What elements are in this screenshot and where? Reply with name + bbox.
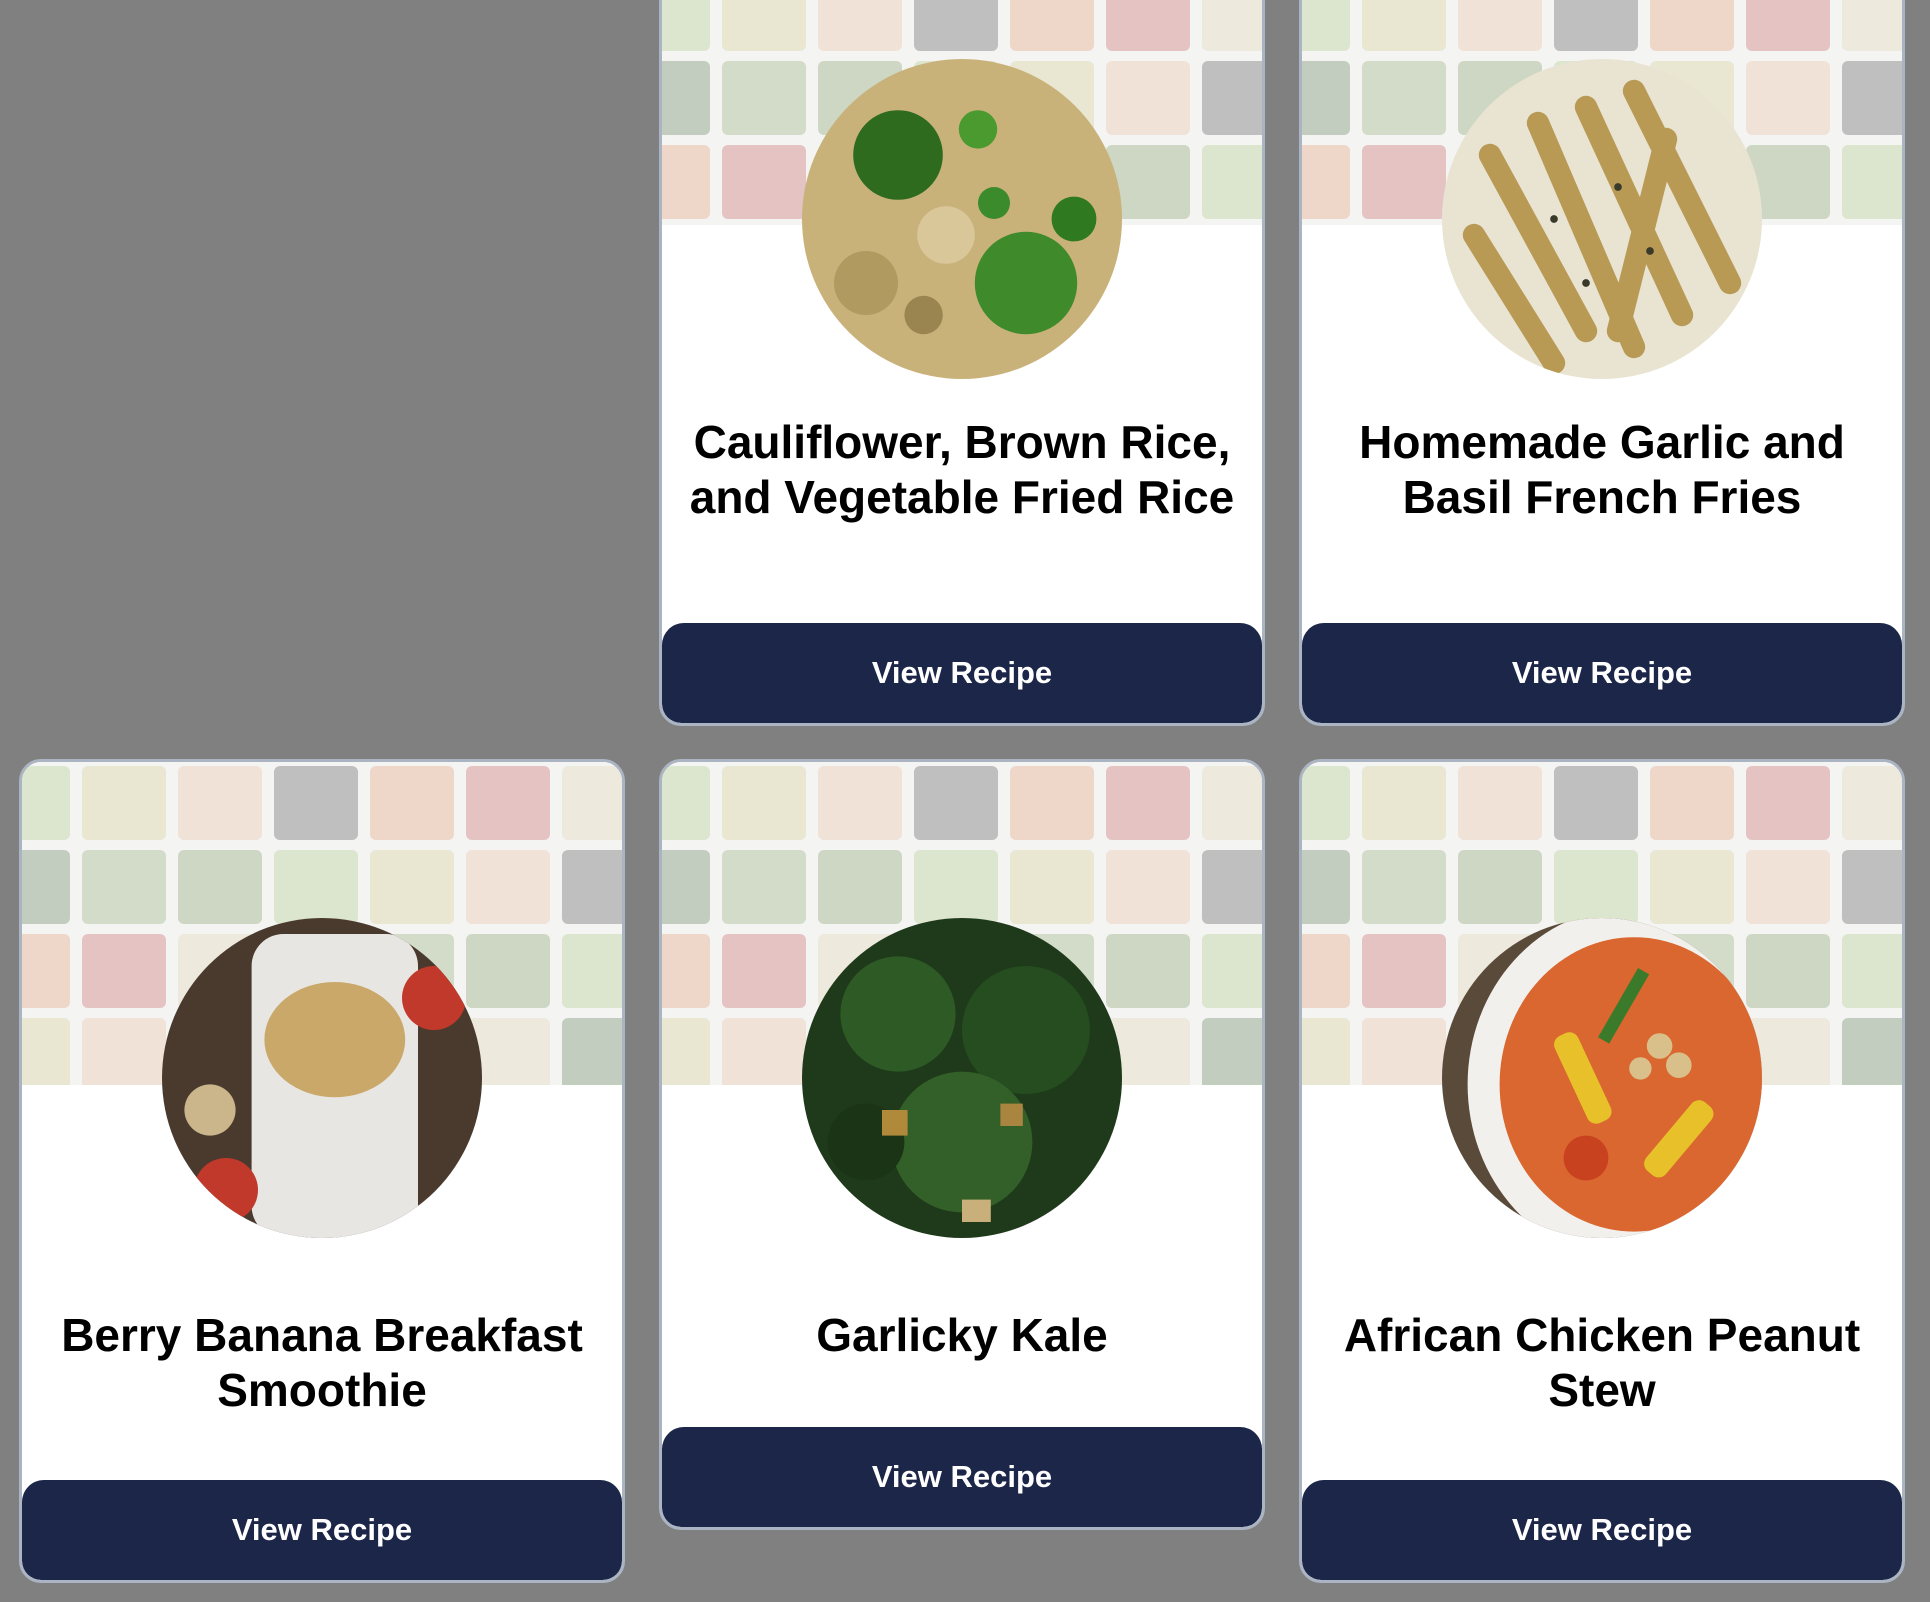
- view-recipe-button[interactable]: View Recipe: [662, 1427, 1262, 1527]
- recipe-title: Cauliflower, Brown Rice, and Vegetable F…: [689, 416, 1235, 523]
- view-recipe-button[interactable]: View Recipe: [1302, 623, 1902, 723]
- recipe-card: Cauliflower, Brown Rice, and Vegetable F…: [659, 0, 1265, 726]
- recipe-card: Garlicky Kale View Recipe: [659, 759, 1265, 1530]
- view-recipe-button[interactable]: View Recipe: [1302, 1480, 1902, 1580]
- kale-photo: [802, 918, 1122, 1238]
- fried-rice-photo: [802, 59, 1122, 379]
- recipe-title: Garlicky Kale: [816, 1309, 1108, 1361]
- recipe-card: Homemade Garlic and Basil French Fries V…: [1299, 0, 1905, 726]
- french-fries-photo: [1442, 59, 1762, 379]
- recipe-card: Berry Banana Breakfast Smoothie View Rec…: [19, 759, 625, 1583]
- view-recipe-button[interactable]: View Recipe: [662, 623, 1262, 723]
- peanut-stew-photo: [1442, 918, 1762, 1238]
- recipe-title: Berry Banana Breakfast Smoothie: [61, 1309, 583, 1416]
- recipe-title: African Chicken Peanut Stew: [1343, 1309, 1861, 1416]
- view-recipe-button[interactable]: View Recipe: [22, 1480, 622, 1580]
- recipe-card: African Chicken Peanut Stew View Recipe: [1299, 759, 1905, 1583]
- recipe-title: Homemade Garlic and Basil French Fries: [1359, 416, 1845, 523]
- smoothie-photo: [162, 918, 482, 1238]
